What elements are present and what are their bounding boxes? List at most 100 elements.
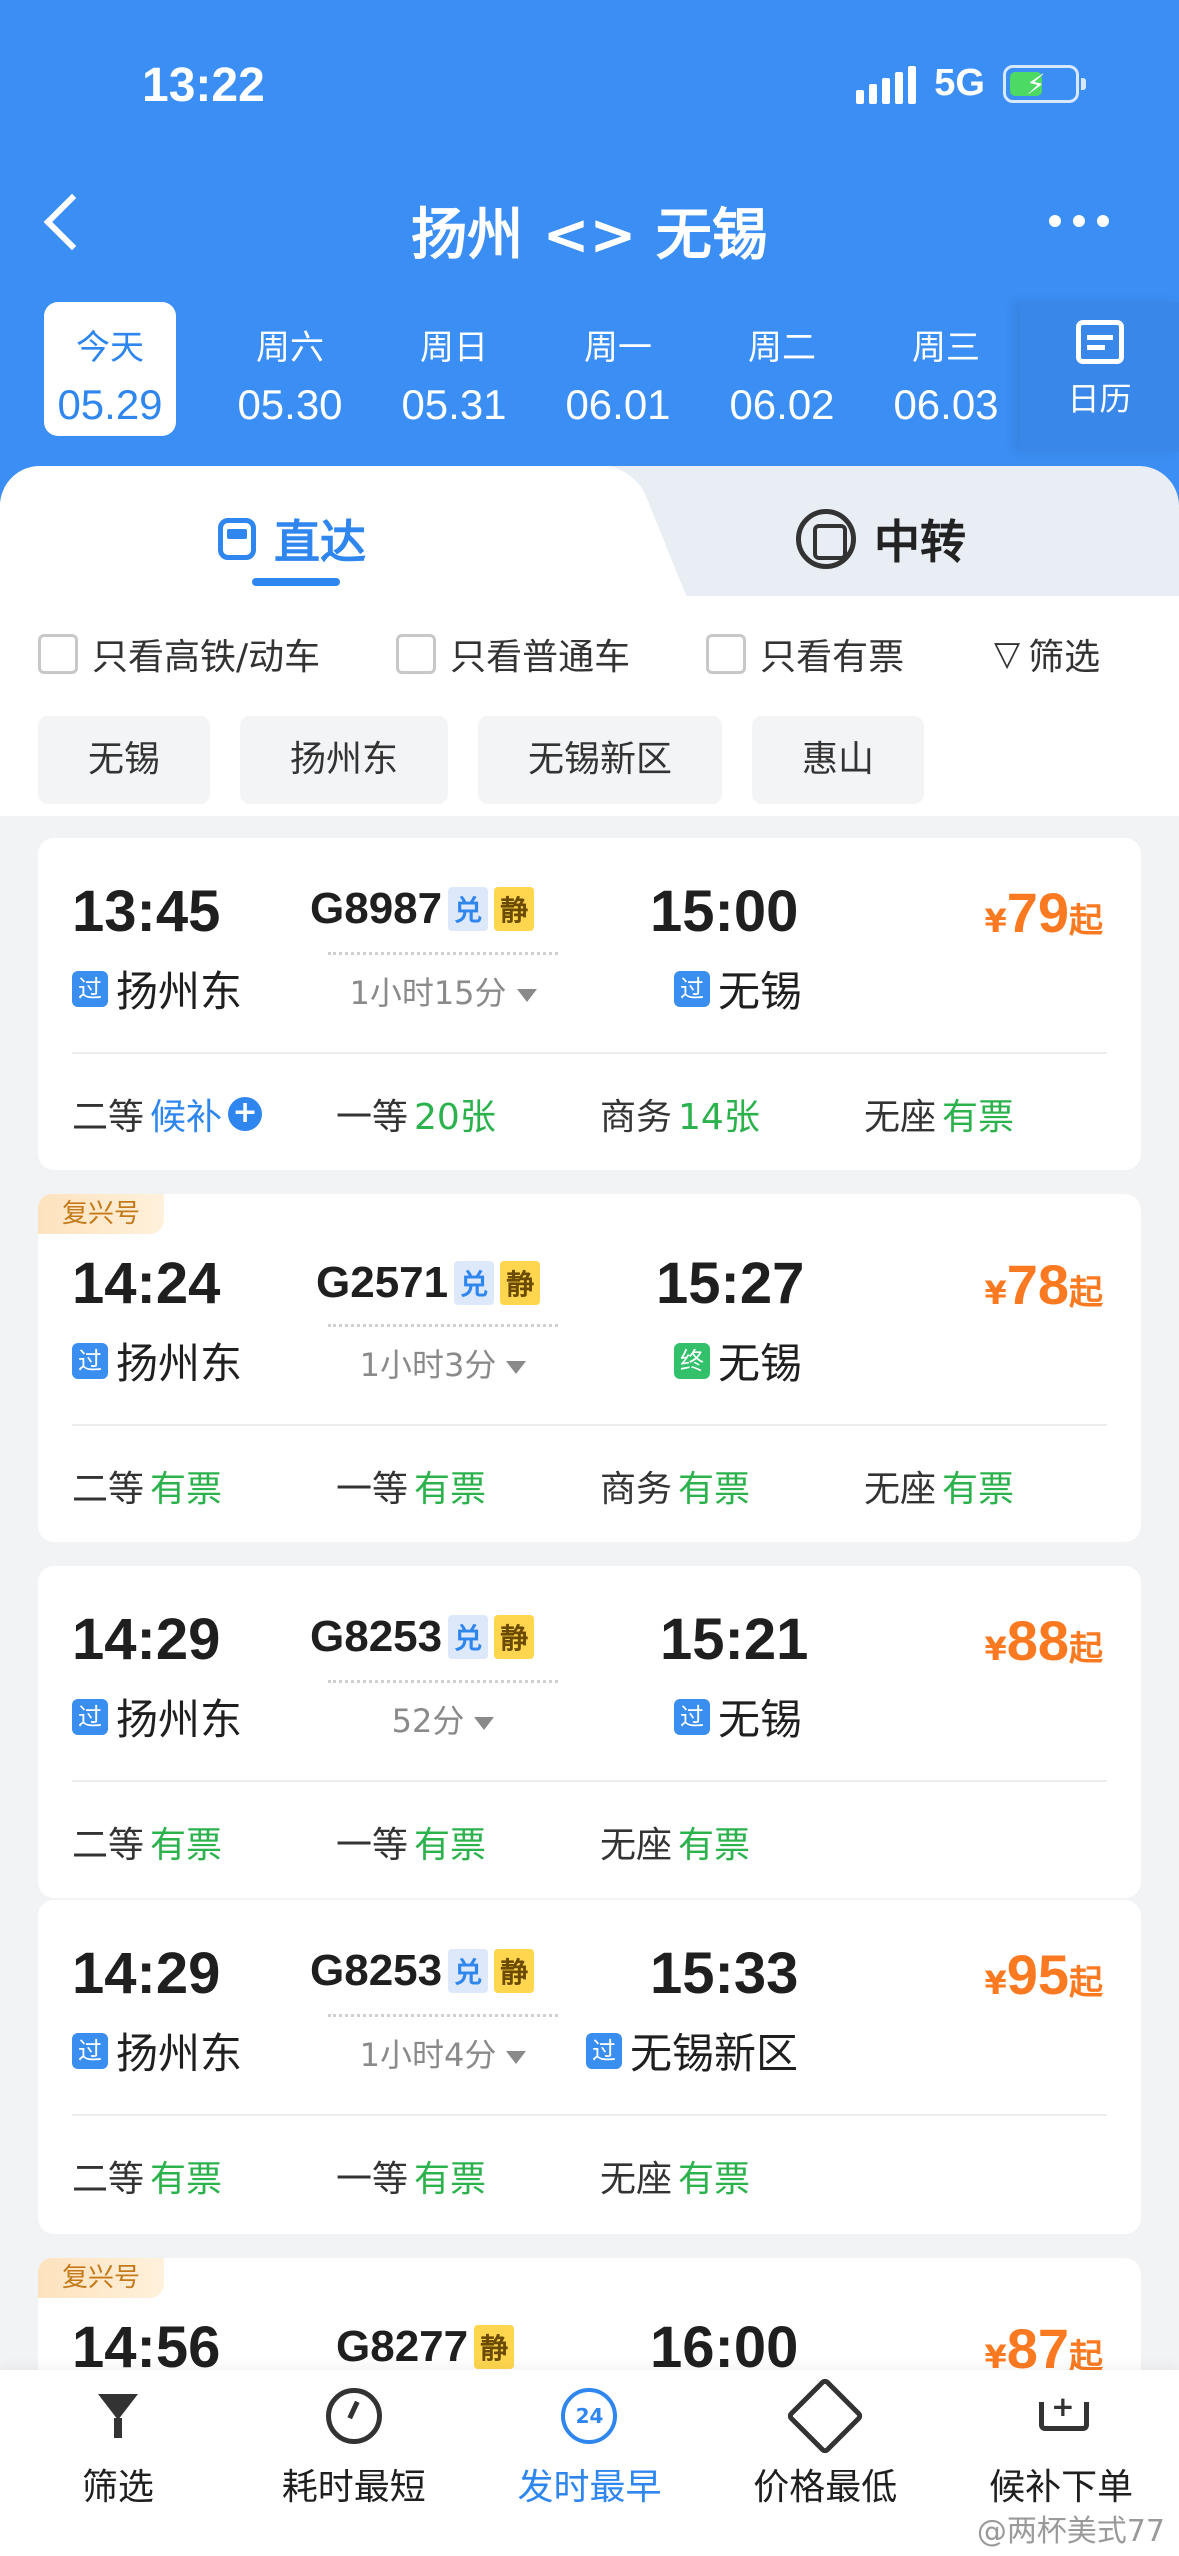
date-tab[interactable]: 周一 06.01 [536,302,700,436]
duration-line [328,952,558,955]
tab-transfer[interactable]: 中转 [796,506,966,572]
arrival-time: 15:21 [660,1607,809,1672]
price: ¥ 95 起 [984,1942,1103,2007]
filter-button-label: 筛选 [1028,637,1101,678]
price-tag-icon [785,2376,865,2456]
duration[interactable]: 1小时3分 [328,1340,558,1386]
date-value: 05.29 [57,381,163,428]
seat-class: 二等 有票 [72,2150,336,2202]
currency: ¥ [984,902,1007,940]
seat-status: 有票 [678,1469,751,1510]
tab-direct[interactable]: 直达 [218,506,366,572]
tab-transfer-label: 中转 [874,515,966,569]
seat-status: 有票 [678,2159,751,2200]
filter-available-checkbox[interactable]: 只看有票 [706,628,904,680]
departure-time: 13:45 [72,879,221,944]
to-station-name: 无锡 [718,1695,803,1744]
date-weekday: 周六 [256,328,324,368]
chevron-down-icon [506,2050,527,2064]
seat-class-name: 一等 [336,2159,409,2200]
to-station-name: 无锡 [718,967,803,1016]
to-station: 过 无锡 [674,958,802,1019]
seat-status: 有票 [678,1825,751,1866]
filter-highspeed-checkbox[interactable]: 只看高铁/动车 [38,628,320,680]
add-icon[interactable]: + [228,1097,263,1131]
sort-filter-button[interactable]: 筛选 [0,2370,236,2556]
station-chip[interactable]: 无锡 [38,716,211,804]
fuxing-tag: 复兴号 [38,2258,165,2298]
seat-class-name: 二等 [72,1469,145,1510]
sort-earliest-button[interactable]: 24 发时最早 [472,2370,708,2556]
to-station-name: 无锡 [718,1339,803,1388]
from-station-name: 扬州东 [116,1695,243,1744]
train-card[interactable]: 14:29 G8253 兑 静 15:21 ¥ 88 起 过 扬州东 52分 过… [38,1566,1141,1898]
chevron-down-icon [506,1360,527,1374]
route-tabs: 直达 中转 [0,466,1179,596]
quiet-tag: 静 [494,1615,535,1659]
route-title: 扬州 <> 无锡 [411,203,768,268]
date-tab-today[interactable]: 今天 05.29 [44,302,176,436]
station-chip[interactable]: 无锡新区 [478,716,723,804]
quick-filters: 只看高铁/动车 只看普通车 只看有票 [38,628,980,680]
duration[interactable]: 1小时4分 [328,2030,558,2076]
seat-status: 14张 [678,1097,760,1138]
redeem-tag: 兑 [448,887,489,931]
date-weekday: 今天 [76,328,144,368]
train-number-text: G8253 [310,1612,443,1661]
seat-status: 20张 [414,1097,496,1138]
seat-class: 商务 14张 [600,1088,864,1140]
duration-text: 1小时3分 [359,1346,497,1384]
duration[interactable]: 52分 [328,1696,558,1742]
calendar-button[interactable]: 日历 [1020,302,1179,452]
train-card[interactable]: 14:29 G8253 兑 静 15:33 ¥ 95 起 过 扬州东 1小时4分… [38,1900,1141,2234]
seat-status: 有票 [942,1469,1015,1510]
filter-label: 只看高铁/动车 [92,637,321,678]
date-tab[interactable]: 周三 06.03 [864,302,1028,436]
more-icon[interactable] [1049,215,1109,227]
date-tab[interactable]: 周日 05.31 [372,302,536,436]
duration[interactable]: 1小时15分 [328,968,558,1014]
seat-status: 有票 [942,1097,1015,1138]
filter-button[interactable]: ▽ 筛选 [994,628,1100,680]
station-chip[interactable]: 扬州东 [240,716,449,804]
train-number: G2571 兑 静 [316,1258,541,1308]
date-selector: 今天 05.29 周六 05.30 周日 05.31 周一 06.01 周二 0… [44,302,1028,436]
date-weekday: 周日 [420,328,488,368]
pass-badge: 过 [586,2032,622,2069]
sort-label: 价格最低 [753,2467,898,2508]
seat-class-name: 无座 [864,1469,937,1510]
seat-status: 有票 [414,2159,487,2200]
train-number: G8253 兑 静 [310,1612,535,1662]
station-chip[interactable]: 惠山 [752,716,925,804]
train-number-text: G8253 [310,1946,443,1995]
seat-list: 二等 有票 一等 有票 商务 有票 无座 有票 [72,1460,1128,1512]
arrival-time: 15:27 [656,1251,805,1316]
price-suffix: 起 [1069,1629,1103,1669]
pass-badge: 过 [72,2032,108,2069]
from-station-name: 扬州东 [116,1339,243,1388]
price-suffix: 起 [1069,901,1103,941]
filter-normal-checkbox[interactable]: 只看普通车 [396,628,630,680]
sort-label: 筛选 [81,2467,154,2508]
station-chips: 无锡 扬州东 无锡新区 惠山 [38,716,925,804]
train-card[interactable]: 13:45 G8987 兑 静 15:00 ¥ 79 起 过 扬州东 1小时15… [38,838,1141,1170]
sort-cheapest-button[interactable]: 价格最低 [707,2370,943,2556]
train-card[interactable]: 复兴号 14:24 G2571 兑 静 15:27 ¥ 78 起 过 扬州东 1… [38,1194,1141,1542]
date-tab[interactable]: 周六 05.30 [208,302,372,436]
sort-label: 耗时最短 [281,2467,426,2508]
departure-time: 14:29 [72,1941,221,2006]
seat-status: 有票 [150,1469,223,1510]
seat-class: 无座 有票 [864,1088,1128,1140]
chevron-down-icon [474,1716,495,1730]
price: ¥ 78 起 [984,1252,1103,1317]
seat-class: 二等 候补 + [72,1088,336,1140]
pass-badge: 过 [674,1698,710,1735]
duration-line [328,2014,558,2017]
sort-label: 发时最早 [517,2467,662,2508]
train-number-text: G2571 [316,1258,449,1307]
date-value: 06.02 [729,381,835,428]
date-tab[interactable]: 周二 06.02 [700,302,864,436]
price-value: 88 [1006,1609,1069,1672]
sort-shortest-button[interactable]: 耗时最短 [236,2370,472,2556]
seat-class: 无座 有票 [864,1460,1128,1512]
